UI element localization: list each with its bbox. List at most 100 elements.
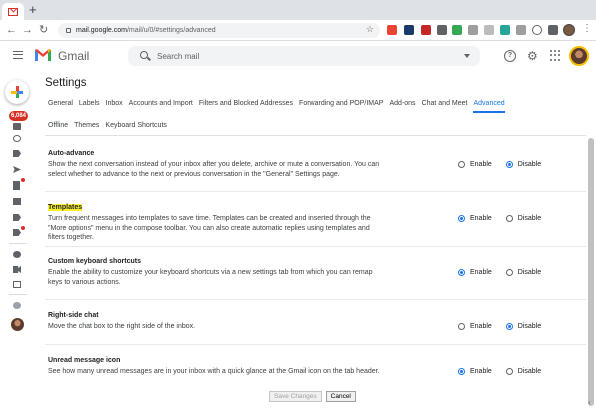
tab-add-ons[interactable]: Add-ons bbox=[389, 100, 415, 107]
forward-arrow-icon[interactable]: → bbox=[22, 23, 33, 37]
disable-radio[interactable] bbox=[505, 368, 513, 375]
gmail-favicon-icon bbox=[8, 7, 18, 16]
cancel-button[interactable]: Cancel bbox=[325, 391, 356, 402]
extension-icon-7[interactable] bbox=[484, 25, 494, 35]
disable-radio[interactable] bbox=[505, 323, 513, 330]
search-bar[interactable]: Search mail bbox=[128, 46, 480, 66]
disable-option[interactable]: Disable bbox=[505, 161, 541, 168]
drafts-dot-indicator bbox=[21, 178, 25, 182]
account-avatar[interactable] bbox=[569, 46, 589, 66]
tab-chat-and-meet[interactable]: Chat and Meet bbox=[422, 100, 468, 107]
enable-radio[interactable] bbox=[458, 323, 465, 330]
setting-title: Right-side chat bbox=[48, 312, 99, 319]
inbox-icon[interactable] bbox=[13, 123, 21, 130]
enable-radio[interactable] bbox=[458, 269, 465, 276]
extension-icon-3[interactable] bbox=[421, 25, 431, 35]
extension-icon-2[interactable] bbox=[404, 25, 414, 35]
extension-icon-6[interactable] bbox=[468, 25, 478, 35]
chat-location-icon[interactable] bbox=[13, 251, 21, 258]
setting-title: Custom keyboard shortcuts bbox=[48, 258, 141, 265]
browser-menu-icon[interactable]: ⋮ bbox=[582, 23, 592, 34]
setting-options: Enable Disable bbox=[458, 269, 555, 276]
extension-icon-9[interactable] bbox=[516, 25, 526, 35]
meet-video-icon[interactable] bbox=[13, 266, 21, 273]
extension-icon-10[interactable] bbox=[532, 25, 542, 35]
tab-filters-and-blocked-addresses[interactable]: Filters and Blocked Addresses bbox=[199, 100, 293, 107]
setting-description: See how many unread messages are in your… bbox=[48, 368, 380, 375]
setting-description: Enable the ability to customize your key… bbox=[48, 269, 373, 286]
disable-radio[interactable] bbox=[505, 269, 513, 276]
google-apps-icon[interactable] bbox=[550, 50, 562, 62]
enable-option[interactable]: Enable bbox=[458, 269, 492, 276]
back-arrow-icon[interactable]: ← bbox=[6, 23, 17, 37]
keyboard-icon[interactable] bbox=[13, 281, 21, 288]
search-options-chevron-icon[interactable] bbox=[464, 54, 470, 58]
extensions-puzzle-icon[interactable] bbox=[548, 25, 558, 35]
scrollbar-thumb[interactable] bbox=[588, 138, 594, 406]
tab-advanced[interactable]: Advanced bbox=[473, 100, 505, 113]
snoozed-clock-icon[interactable] bbox=[13, 135, 21, 142]
extension-icon-5[interactable] bbox=[452, 25, 462, 35]
enable-option[interactable]: Enable bbox=[458, 161, 492, 168]
tab-themes[interactable]: Themes bbox=[74, 122, 99, 129]
setting-title: Templates bbox=[48, 204, 83, 211]
bookmark-star-icon[interactable]: ☆ bbox=[366, 24, 374, 35]
tab-keyboard-shortcuts[interactable]: Keyboard Shortcuts bbox=[105, 122, 166, 129]
setting-title: Unread message icon bbox=[48, 357, 121, 364]
disable-radio[interactable] bbox=[505, 161, 513, 168]
enable-radio[interactable] bbox=[458, 368, 465, 375]
drafts-icon[interactable] bbox=[13, 181, 20, 190]
compose-plus-icon bbox=[11, 86, 23, 98]
left-rail: 6,084 bbox=[0, 71, 36, 418]
rail-divider bbox=[9, 243, 27, 244]
tab-labels[interactable]: Labels bbox=[79, 100, 100, 107]
search-input[interactable]: Search mail bbox=[157, 52, 199, 61]
tab-general[interactable]: General bbox=[48, 100, 73, 107]
main-menu-icon[interactable] bbox=[13, 51, 23, 59]
setting-options: Enable Disable bbox=[458, 215, 555, 222]
disable-option[interactable]: Disable bbox=[505, 368, 541, 375]
new-tab-button[interactable]: + bbox=[29, 3, 37, 17]
settings-main: Settings General Labels Inbox Accounts a… bbox=[36, 71, 586, 418]
important-icon[interactable] bbox=[13, 150, 21, 157]
setting-title: Auto-advance bbox=[48, 150, 95, 157]
address-bar[interactable]: mail.google.com/mail/u/0/#settings/advan… bbox=[58, 23, 380, 38]
gear-icon[interactable]: ⚙ bbox=[527, 50, 539, 62]
browser-toolbar: ← → ↻ mail.google.com/mail/u/0/#settings… bbox=[0, 20, 596, 41]
enable-option[interactable]: Enable bbox=[458, 323, 492, 330]
lock-icon bbox=[66, 28, 71, 33]
setting-options: Enable Disable bbox=[458, 161, 555, 168]
tab-inbox[interactable]: Inbox bbox=[106, 100, 123, 107]
reload-icon[interactable]: ↻ bbox=[39, 23, 48, 37]
tab-accounts-and-import[interactable]: Accounts and Import bbox=[129, 100, 193, 107]
gmail-logo-icon[interactable] bbox=[34, 48, 52, 62]
extension-icon-1[interactable] bbox=[387, 25, 397, 35]
setting-options: Enable Disable bbox=[458, 323, 555, 330]
tab-offline[interactable]: Offline bbox=[48, 122, 68, 129]
disable-option[interactable]: Disable bbox=[505, 269, 541, 276]
profile-avatar-icon[interactable] bbox=[563, 24, 575, 36]
enable-option[interactable]: Enable bbox=[458, 215, 492, 222]
browser-tab-gmail[interactable] bbox=[2, 3, 24, 20]
extension-icon-8[interactable] bbox=[500, 25, 510, 35]
chat-user-avatar[interactable] bbox=[11, 318, 24, 331]
disable-option[interactable]: Disable bbox=[505, 323, 541, 330]
sent-icon[interactable] bbox=[13, 166, 21, 173]
extension-icon-4[interactable] bbox=[437, 25, 447, 35]
help-icon[interactable]: ? bbox=[504, 50, 516, 62]
save-changes-button[interactable]: Save Changes bbox=[269, 391, 322, 402]
side-panel-expand-icon[interactable]: ‹ bbox=[588, 398, 591, 407]
disable-radio[interactable] bbox=[505, 215, 513, 222]
hangouts-icon[interactable] bbox=[13, 302, 21, 309]
compose-button[interactable] bbox=[5, 80, 29, 104]
label-icon[interactable] bbox=[13, 214, 21, 221]
search-icon[interactable] bbox=[140, 51, 148, 59]
mail-icon[interactable] bbox=[13, 198, 21, 205]
disable-option[interactable]: Disable bbox=[505, 215, 541, 222]
section-divider bbox=[45, 299, 586, 300]
enable-radio[interactable] bbox=[458, 161, 465, 168]
tab-forwarding-and-pop-imap[interactable]: Forwarding and POP/IMAP bbox=[299, 100, 383, 107]
enable-radio[interactable] bbox=[458, 215, 465, 222]
enable-option[interactable]: Enable bbox=[458, 368, 492, 375]
label-icon-2[interactable] bbox=[13, 229, 21, 236]
